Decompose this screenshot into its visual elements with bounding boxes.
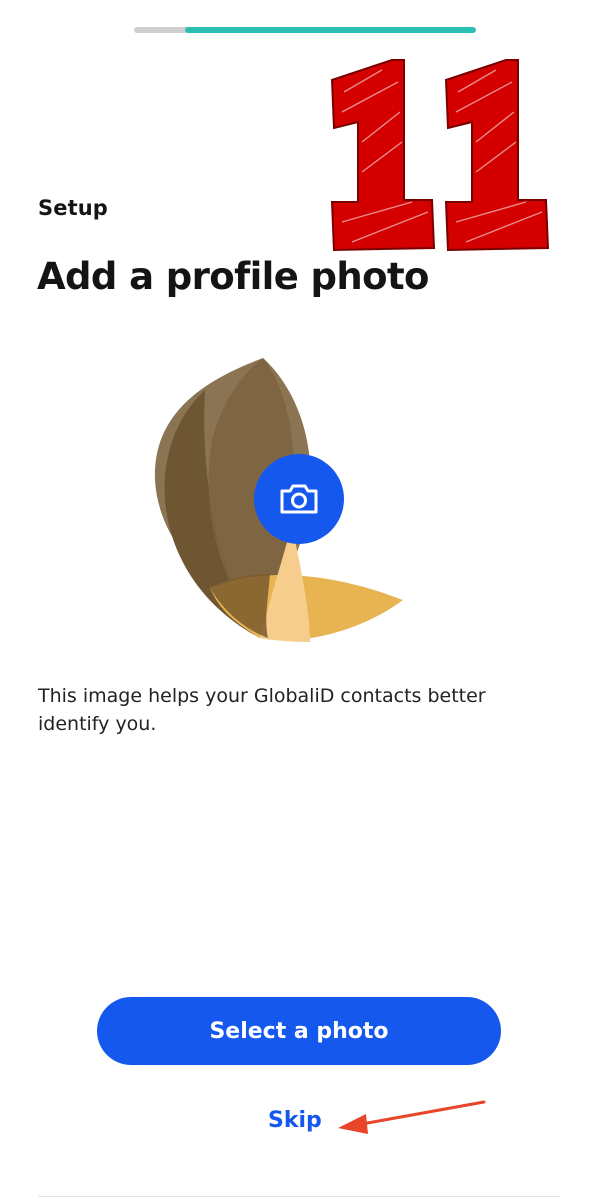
setup-progress-fill	[185, 27, 476, 33]
annotation-arrow	[338, 1100, 486, 1134]
camera-button[interactable]	[254, 454, 344, 544]
annotation-digit-one-right	[444, 59, 550, 252]
section-label: Setup	[38, 196, 108, 220]
page-title: Add a profile photo	[37, 255, 429, 298]
annotation-digit-one-left	[330, 59, 436, 252]
profile-photo-setup-screen: Setup Add a profile photo This image hel…	[0, 0, 598, 1200]
select-photo-button[interactable]: Select a photo	[97, 997, 501, 1065]
photo-description-text: This image helps your GlobaliD contacts …	[38, 685, 486, 735]
setup-progress-bar	[134, 27, 476, 33]
camera-icon	[280, 484, 318, 514]
skip-link[interactable]: Skip	[268, 1108, 322, 1133]
bottom-divider	[38, 1196, 560, 1197]
annotation-step-number	[330, 59, 550, 252]
